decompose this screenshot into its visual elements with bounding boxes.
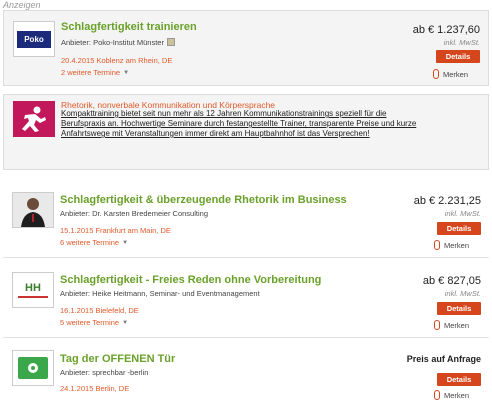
more-dates-link[interactable]: 2 weitere Termine ▼ [61,68,129,77]
merken-label: Merken [443,391,469,400]
details-button[interactable]: Details [437,302,481,315]
tax-note: inkl. MwSt. [444,209,481,218]
tax-note: inkl. MwSt. [444,289,481,298]
listing-provider: Anbieter: sprechbar -berlin [60,368,149,377]
heitmann-logo: HH [18,281,48,298]
tax-note: inkl. MwSt. [443,38,480,47]
listing-date-location: 20.4.2015 Koblenz am Rhein, DE [61,56,173,65]
paperclip-icon [433,240,440,250]
paperclip-icon [433,390,440,400]
provider-logo[interactable] [12,192,54,228]
speech-icon [28,363,38,373]
more-dates-link[interactable]: 6 weitere Termine ▼ [60,238,128,247]
listing-card[interactable]: Schlagfertigkeit & überzeugende Rhetorik… [3,186,489,258]
listing-price: ab € 1.237,60 [412,24,480,36]
chevron-down-icon: ▼ [122,320,129,326]
listing-provider: Anbieter: Heike Heitmann, Seminar- und E… [60,289,260,298]
details-button[interactable]: Details [436,50,480,63]
listing-provider: Anbieter: Poko-Institut Münster [61,38,175,47]
listing-date-location: 15.1.2015 Frankfurt am Main, DE [60,226,171,235]
promo-logo[interactable] [13,101,55,137]
merken-button[interactable]: Merken [432,69,468,79]
more-dates-label: 5 weitere Termine [60,318,120,327]
certificate-icon [166,38,175,46]
listing-card[interactable]: Tag der OFFENEN Tür Anbieter: sprechbar … [3,346,489,412]
provider-logo[interactable]: HH [12,272,54,308]
listing-title[interactable]: Tag der OFFENEN Tür [60,353,175,365]
paperclip-icon [432,69,439,79]
ads-label: Anzeigen [3,0,41,10]
more-dates-label: 6 weitere Termine [60,238,120,247]
person-photo-icon [13,193,53,227]
listing-card[interactable]: Poko Schlagfertigkeit trainieren Anbiete… [3,10,489,86]
provider-logo[interactable] [12,350,54,386]
listing-provider: Anbieter: Dr. Karsten Bredemeier Consult… [60,209,208,218]
provider-text: Anbieter: Poko-Institut Münster [61,38,164,47]
more-dates-label: 2 weitere Termine [61,68,121,77]
poko-logo: Poko [17,30,51,48]
details-button[interactable]: Details [437,373,481,386]
provider-logo[interactable]: Poko [13,21,55,57]
heitmann-logo-mark: HH [25,281,41,294]
paperclip-icon [433,320,440,330]
merken-button[interactable]: Merken [433,240,469,250]
listing-card[interactable]: HH Schlagfertigkeit - Freies Reden ohne … [3,266,489,338]
merken-label: Merken [443,321,469,330]
listing-title[interactable]: Schlagfertigkeit & überzeugende Rhetorik… [60,194,347,206]
listing-date-location: 16.1.2015 Bielefeld, DE [60,306,139,315]
listing-date-location: 24.1.2015 Berlin, DE [60,384,130,393]
promo-card[interactable]: Rhetorik, nonverbale Kommunikation und K… [3,94,489,170]
listing-price: ab € 2.231,25 [413,195,481,207]
merken-label: Merken [442,70,468,79]
listing-price: Preis auf Anfrage [406,354,481,364]
merken-label: Merken [443,241,469,250]
logo-divider [18,295,48,298]
chevron-down-icon: ▼ [122,240,129,246]
merken-button[interactable]: Merken [433,390,469,400]
details-button[interactable]: Details [437,222,481,235]
listing-price: ab € 827,05 [422,275,481,287]
listing-title[interactable]: Schlagfertigkeit - Freies Reden ohne Vor… [60,274,321,286]
more-dates-link[interactable]: 5 weitere Termine ▼ [60,318,128,327]
promo-text[interactable]: Kompakttraining bietet seit nun mehr als… [61,109,421,139]
merken-button[interactable]: Merken [433,320,469,330]
figure-logo-icon [22,106,46,132]
listing-title[interactable]: Schlagfertigkeit trainieren [61,21,197,33]
sprechbar-logo [18,357,48,379]
chevron-down-icon: ▼ [123,70,130,76]
